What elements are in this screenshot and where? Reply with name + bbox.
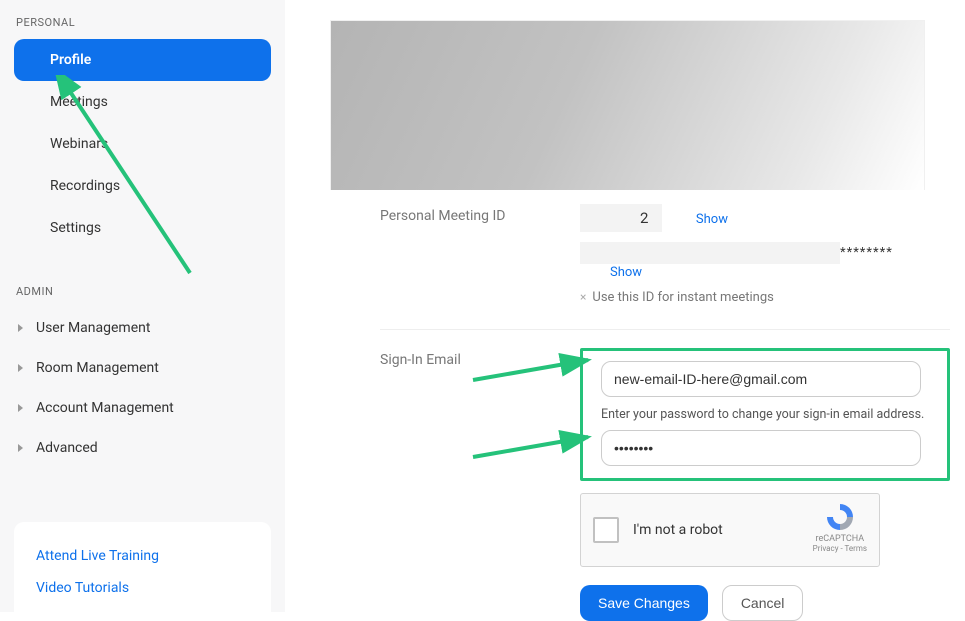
sidebar-item-advanced[interactable]: Advanced [0, 428, 285, 468]
recaptcha-checkbox[interactable] [593, 517, 619, 543]
link-video-tutorials[interactable]: Video Tutorials [36, 572, 249, 604]
sidebar-item-settings[interactable]: Settings [14, 207, 271, 249]
sidebar-item-user-management[interactable]: User Management [0, 308, 285, 348]
sidebar-item-recordings[interactable]: Recordings [14, 165, 271, 207]
sidebar-item-webinars[interactable]: Webinars [14, 123, 271, 165]
profile-banner [330, 20, 925, 190]
pmi-masked-value: 2 [580, 204, 662, 232]
email-input[interactable] [601, 361, 921, 397]
recaptcha-terms: Privacy - Terms [813, 544, 867, 553]
hint-password: Enter your password to change your sign-… [601, 407, 929, 422]
label-personal-meeting-id: Personal Meeting ID [380, 204, 580, 224]
sidebar-item-account-management[interactable]: Account Management [0, 388, 285, 428]
sidebar-heading-admin: ADMIN [0, 279, 285, 308]
recaptcha-label: I'm not a robot [633, 522, 723, 538]
sidebar-item-room-management[interactable]: Room Management [0, 348, 285, 388]
pmi-masked-url [580, 242, 840, 264]
x-icon: × [580, 290, 586, 304]
link-attend-live-training[interactable]: Attend Live Training [36, 540, 249, 572]
sidebar-bottom-card: Attend Live Training Video Tutorials [14, 522, 271, 612]
recaptcha-icon [825, 502, 855, 532]
sidebar: PERSONAL Profile Meetings Webinars Recor… [0, 0, 285, 612]
sidebar-item-meetings[interactable]: Meetings [14, 81, 271, 123]
cancel-button[interactable]: Cancel [722, 585, 804, 621]
link-show-pmi[interactable]: Show [696, 212, 728, 227]
save-button[interactable]: Save Changes [580, 585, 708, 621]
sidebar-heading-personal: PERSONAL [0, 10, 285, 39]
recaptcha-widget: I'm not a robot reCAPTCHA Privacy - Term… [580, 493, 880, 567]
pmi-asterisks: ******** [840, 246, 893, 261]
annotation-highlight-box: Enter your password to change your sign-… [580, 348, 950, 481]
recaptcha-logo: reCAPTCHA Privacy - Terms [813, 502, 867, 553]
password-input[interactable] [601, 430, 921, 466]
sidebar-item-profile[interactable]: Profile [14, 39, 271, 81]
content-area: Personal Meeting ID 2 Show ******** Show… [285, 0, 965, 612]
row-personal-meeting-id: Personal Meeting ID 2 Show ******** Show… [330, 190, 950, 311]
row-sign-in-email: Sign-In Email Enter your password to cha… [330, 330, 950, 481]
form-actions: Save Changes Cancel [580, 585, 950, 621]
link-show-pmi-url[interactable]: Show [610, 265, 642, 280]
text-use-id-instant: Use this ID for instant meetings [592, 290, 773, 305]
label-sign-in-email: Sign-In Email [380, 348, 580, 481]
recaptcha-brand: reCAPTCHA [813, 534, 867, 544]
